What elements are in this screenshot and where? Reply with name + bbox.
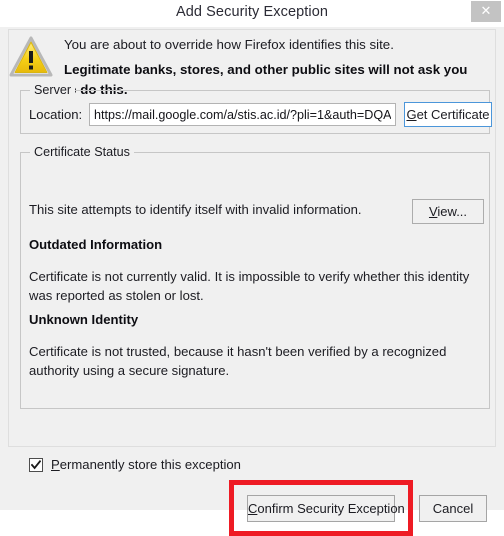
outdated-information-body: Certificate is not currently valid. It i… (29, 269, 470, 303)
dialog-body: You are about to override how Firefox id… (0, 27, 504, 536)
close-icon[interactable]: ✕ (471, 1, 501, 22)
dialog-title: Add Security Exception (175, 4, 329, 20)
title-bar: Add Security Exception ✕ (0, 0, 504, 28)
unknown-identity-body: Certificate is not trusted, because it h… (29, 344, 447, 378)
permanently-store-text: ermanently store this exception (59, 457, 241, 472)
certificate-status-legend: Certificate Status (30, 145, 134, 159)
confirm-security-exception-button[interactable]: Confirm Security Exception (247, 495, 405, 522)
view-button-label: iew... (437, 204, 468, 219)
confirm-button-label: onfirm Security Exception (257, 501, 405, 516)
get-certificate-label: et Certificate (416, 107, 490, 122)
server-group-legend: Server (30, 83, 76, 97)
location-input[interactable] (89, 103, 396, 126)
permanently-store-exception-checkbox[interactable] (29, 458, 43, 472)
confirm-button-accel: C (248, 501, 258, 516)
certificate-status-group: Certificate Status This site attempts to… (20, 145, 490, 409)
get-certificate-button[interactable]: Get Certificate (404, 102, 492, 127)
view-certificate-button[interactable]: View... (412, 199, 484, 224)
cancel-button[interactable]: Cancel (419, 495, 487, 522)
permanently-store-exception-label: Permanently store this exception (51, 457, 241, 472)
outdated-information-heading: Outdated Information (29, 237, 163, 252)
warning-line-primary: You are about to override how Firefox id… (64, 37, 394, 52)
location-label: Location: (29, 107, 83, 122)
permanently-store-accel: P (51, 457, 60, 472)
add-security-exception-dialog: Add Security Exception ✕ You are about t… (0, 0, 504, 536)
unknown-identity-heading: Unknown Identity (29, 312, 139, 327)
checkmark-icon (31, 460, 41, 470)
certificate-status-summary: This site attempts to identify itself wi… (29, 202, 362, 217)
warning-triangle-icon (9, 36, 53, 78)
get-certificate-accel: G (406, 107, 417, 122)
server-group: Server Location: Get Certificate (20, 83, 492, 134)
